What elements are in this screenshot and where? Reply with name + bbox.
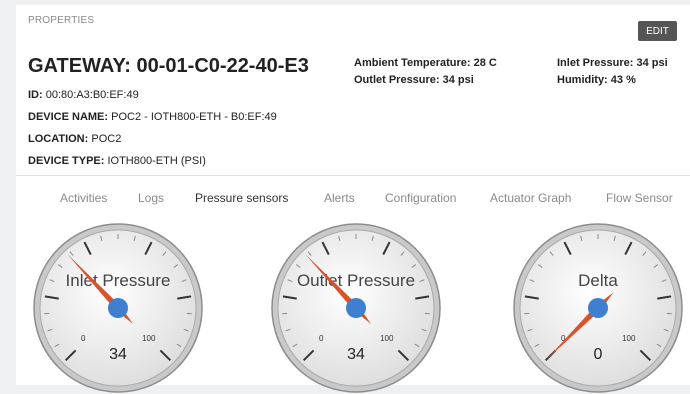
- tab-alerts[interactable]: Alerts: [324, 191, 355, 205]
- gauge-max-label: 100: [622, 334, 636, 343]
- inlet-pressure-gauge: 0 100 Inlet Pressure 34: [32, 222, 204, 394]
- device-type-row: DEVICE TYPE: IOTH800-ETH (PSI): [28, 155, 206, 167]
- device-type-label: DEVICE TYPE:: [28, 155, 104, 167]
- ambient-temperature-stat: Ambient Temperature: 28 C: [354, 57, 497, 69]
- properties-label: PROPERTIES: [28, 15, 94, 26]
- gauge-svg: 0100Delta0: [512, 222, 684, 394]
- gauge-title: Delta: [578, 271, 618, 290]
- location-value: POC2: [91, 133, 121, 145]
- device-name-label: DEVICE NAME:: [28, 111, 108, 123]
- outlet-pressure-gauge: 0 100 Outlet Pressure 34: [270, 222, 442, 394]
- location-label: LOCATION:: [28, 133, 88, 145]
- tab-configuration[interactable]: Configuration: [385, 191, 456, 205]
- gauge-svg: 0 100 Outlet Pressure 34: [270, 222, 442, 394]
- section-divider: [16, 175, 690, 176]
- gauge-hub: [108, 298, 128, 318]
- gauge-min-label: 0: [81, 334, 86, 343]
- location-row: LOCATION: POC2: [28, 133, 121, 145]
- gauge-value-readout: 34: [109, 346, 127, 363]
- tab-activities[interactable]: Activities: [60, 191, 107, 205]
- gauge-value-readout: 0: [594, 346, 603, 363]
- device-name-row: DEVICE NAME: POC2 - IOTH800-ETH - B0:EF:…: [28, 111, 277, 123]
- gateway-title: GATEWAY: 00-01-C0-22-40-E3: [28, 55, 309, 78]
- tab-logs[interactable]: Logs: [138, 191, 164, 205]
- device-id-row: ID: 00:80:A3:B0:EF:49: [28, 89, 139, 101]
- inlet-pressure-stat: Inlet Pressure: 34 psi: [557, 57, 668, 69]
- properties-panel: PROPERTIES EDIT GATEWAY: 00-01-C0-22-40-…: [16, 5, 690, 385]
- gauge-title: Inlet Pressure: [66, 271, 171, 290]
- gauge-max-label: 100: [380, 334, 394, 343]
- gauge-max-label: 100: [142, 334, 156, 343]
- humidity-stat: Humidity: 43 %: [557, 74, 636, 86]
- gauge-hub: [588, 298, 608, 318]
- device-id-label: ID:: [28, 89, 43, 101]
- tab-bar: Activities Logs Pressure sensors Alerts …: [16, 191, 690, 213]
- device-type-value: IOTH800-ETH (PSI): [107, 155, 205, 167]
- tab-pressure-sensors[interactable]: Pressure sensors: [195, 191, 288, 205]
- gauge-title: Outlet Pressure: [297, 271, 415, 290]
- gauge-value-readout: 34: [347, 346, 365, 363]
- gauge-svg: 0 100 Inlet Pressure 34: [32, 222, 204, 394]
- edit-button[interactable]: EDIT: [638, 21, 677, 41]
- delta-gauge: 0100Delta0: [512, 222, 684, 394]
- device-name-value: POC2 - IOTH800-ETH - B0:EF:49: [111, 111, 277, 123]
- tab-actuator-graph[interactable]: Actuator Graph: [490, 191, 571, 205]
- tab-flow-sensor[interactable]: Flow Sensor: [606, 191, 673, 205]
- gauge-hub: [346, 298, 366, 318]
- device-id-value: 00:80:A3:B0:EF:49: [46, 89, 139, 101]
- gauge-min-label: 0: [319, 334, 324, 343]
- outlet-pressure-stat: Outlet Pressure: 34 psi: [354, 74, 474, 86]
